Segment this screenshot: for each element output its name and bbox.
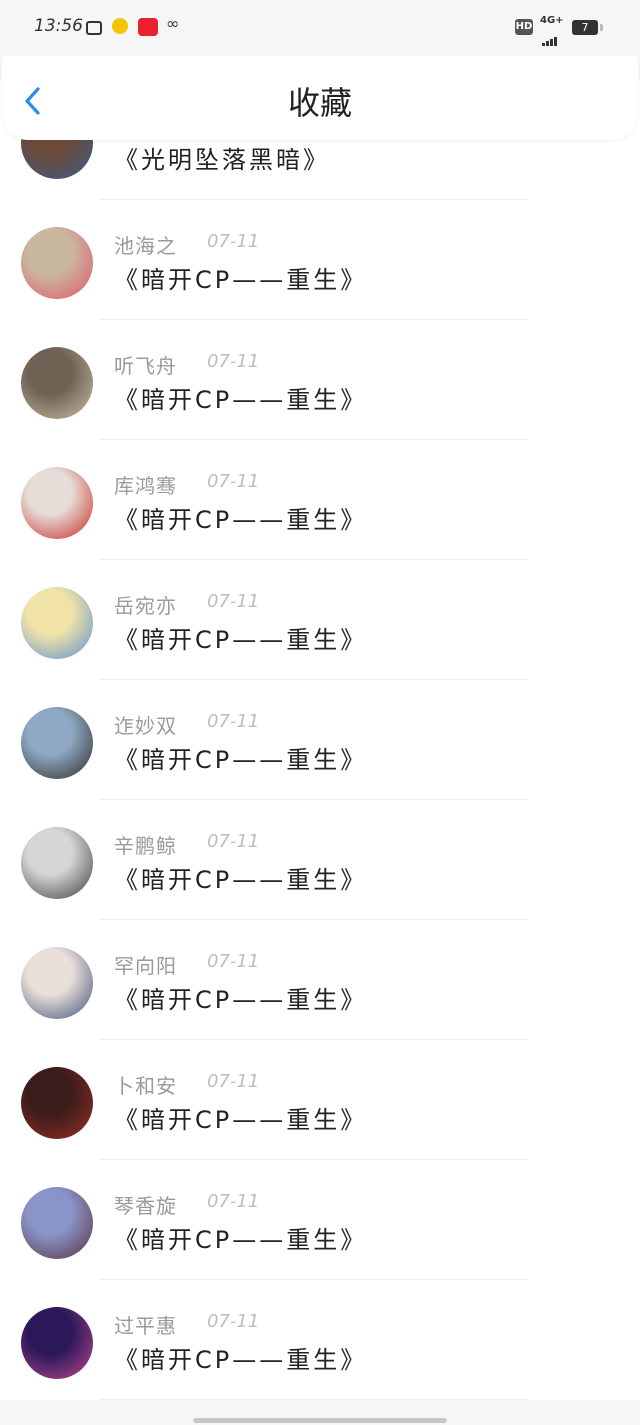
author-name: 过平惠	[114, 1314, 177, 1338]
item-date: 07-11	[207, 471, 260, 492]
item-date: 07-11	[207, 351, 260, 372]
battery-icon: 7	[572, 20, 603, 35]
item-date: 07-11	[207, 831, 260, 852]
status-bar: 13:56 ∞ HD 4G+ 7	[0, 0, 640, 56]
book-title[interactable]: 《暗开CP——重生》	[114, 980, 367, 1015]
avatar[interactable]	[21, 1187, 93, 1259]
signal-icon	[542, 27, 558, 46]
notification-glyph-icon: ∞	[166, 14, 180, 33]
item-date: 07-11	[207, 711, 260, 732]
avatar[interactable]	[21, 467, 93, 539]
item-date: 07-11	[207, 231, 260, 252]
item-date: 07-11	[207, 1191, 260, 1212]
author-name: 岳宛亦	[114, 594, 177, 618]
list-item[interactable]: 听飞舟 07-11 《暗开CP——重生》	[0, 320, 640, 440]
status-time: 13:56	[34, 16, 83, 36]
author-name: 池海之	[114, 234, 177, 258]
book-title[interactable]: 《暗开CP——重生》	[114, 1220, 367, 1255]
item-date: 07-11	[207, 1311, 260, 1332]
list-item[interactable]: 岳宛亦 07-11 《暗开CP——重生》	[0, 560, 640, 680]
avatar[interactable]	[21, 707, 93, 779]
list-item[interactable]: 卜和安 07-11 《暗开CP——重生》	[0, 1040, 640, 1160]
list-item[interactable]: 库鸿骞 07-11 《暗开CP——重生》	[0, 440, 640, 560]
page-title: 收藏	[287, 84, 352, 122]
list-item[interactable]: 琴香旋 07-11 《暗开CP——重生》	[0, 1160, 640, 1280]
book-title[interactable]: 《暗开CP——重生》	[114, 860, 367, 895]
network-label: 4G+	[540, 15, 564, 26]
list-item[interactable]: 罕向阳 07-11 《暗开CP——重生》	[0, 920, 640, 1040]
hd-icon: HD	[515, 19, 533, 35]
author-name: 库鸿骞	[114, 474, 177, 498]
top-bar: 收藏	[2, 56, 638, 140]
favorites-list: 丹易容07-13《光明坠落黑暗》池海之07-11《暗开CP——重生》听飞舟07-…	[0, 80, 640, 1400]
list-item[interactable]: 池海之 07-11 《暗开CP——重生》	[0, 200, 640, 320]
avatar[interactable]	[21, 947, 93, 1019]
avatar[interactable]	[21, 587, 93, 659]
tv-app-icon	[86, 21, 102, 35]
avatar[interactable]	[21, 1067, 93, 1139]
book-title[interactable]: 《暗开CP——重生》	[114, 1340, 367, 1375]
battery-level: 7	[581, 21, 589, 34]
home-indicator[interactable]	[193, 1418, 447, 1423]
avatar[interactable]	[21, 827, 93, 899]
author-name: 听飞舟	[114, 354, 177, 378]
item-date: 07-11	[207, 1071, 260, 1092]
list-item[interactable]: 迮妙双 07-11 《暗开CP——重生》	[0, 680, 640, 800]
author-name: 辛鹏鲸	[114, 834, 177, 858]
item-date: 07-11	[207, 951, 260, 972]
book-title[interactable]: 《暗开CP——重生》	[114, 620, 367, 655]
book-title[interactable]: 《暗开CP——重生》	[114, 1100, 367, 1135]
author-name: 迮妙双	[114, 714, 177, 738]
red-app-icon	[138, 18, 158, 36]
author-name: 罕向阳	[114, 954, 177, 978]
book-title[interactable]: 《暗开CP——重生》	[114, 500, 367, 535]
list-item[interactable]: 辛鹏鲸 07-11 《暗开CP——重生》	[0, 800, 640, 920]
book-title[interactable]: 《暗开CP——重生》	[114, 380, 367, 415]
item-date: 07-11	[207, 591, 260, 612]
avatar[interactable]	[21, 227, 93, 299]
book-title[interactable]: 《暗开CP——重生》	[114, 740, 367, 775]
author-name: 卜和安	[114, 1074, 177, 1098]
notification-app-icon	[112, 18, 128, 34]
list-item[interactable]: 过平惠 07-11 《暗开CP——重生》	[0, 1280, 640, 1400]
book-title[interactable]: 《光明坠落黑暗》	[114, 140, 330, 175]
author-name: 琴香旋	[114, 1194, 177, 1218]
avatar[interactable]	[21, 347, 93, 419]
book-title[interactable]: 《暗开CP——重生》	[114, 260, 367, 295]
avatar[interactable]	[21, 1307, 93, 1379]
divider	[100, 1399, 528, 1400]
